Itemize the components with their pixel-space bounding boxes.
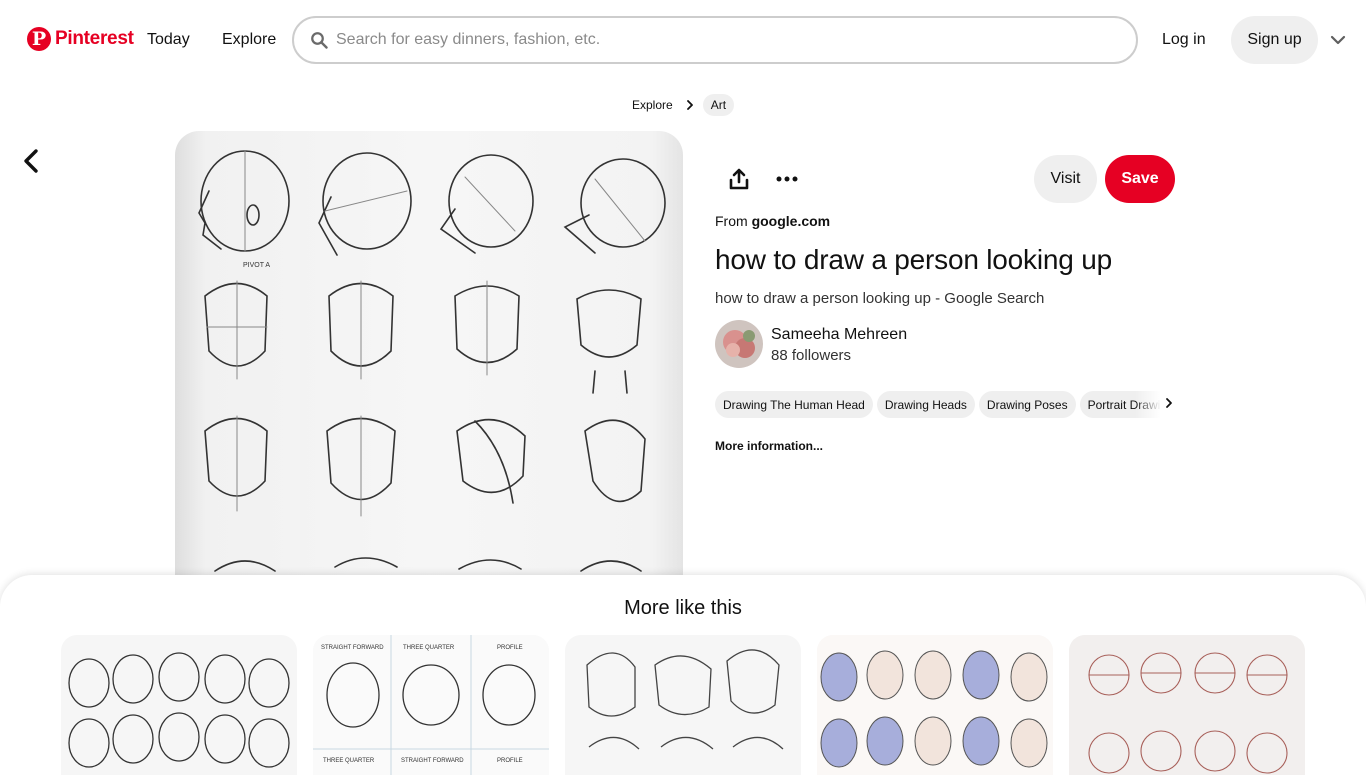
related-pin[interactable] (565, 635, 801, 775)
nav-today[interactable]: Today (147, 31, 190, 49)
pin-image[interactable]: PIVOT A (175, 131, 683, 591)
pin-actions: Visit Save (715, 155, 1175, 203)
chevron-down-icon[interactable] (1330, 33, 1346, 47)
tag-pill[interactable]: Drawing Poses (978, 391, 1076, 418)
pinterest-wordmark: Pinterest (55, 28, 134, 49)
more-options-icon[interactable] (775, 167, 799, 191)
breadcrumb: Explore Art (632, 94, 735, 116)
breadcrumb-art[interactable]: Art (702, 94, 735, 116)
chevron-right-icon[interactable] (1163, 397, 1175, 409)
related-pin[interactable] (817, 635, 1053, 775)
tags-fade (1135, 391, 1161, 419)
related-pin-image (586, 649, 784, 750)
thumb-label: PROFILE (497, 758, 523, 764)
related-pin-image (1069, 635, 1305, 775)
breadcrumb-explore[interactable]: Explore (632, 98, 673, 112)
related-pin[interactable]: STRAIGHT FORWARD THREE QUARTER PROFILE T… (313, 635, 549, 775)
related-pin-image (68, 652, 290, 768)
thumb-label: STRAIGHT FORWARD (321, 645, 384, 651)
login-button[interactable]: Log in (1162, 31, 1206, 49)
tag-pill[interactable]: Drawing Heads (876, 391, 975, 418)
pin-title: how to draw a person looking up (715, 244, 1112, 275)
related-pin[interactable] (1069, 635, 1305, 775)
thumb-label: THREE QUARTER (403, 645, 455, 651)
tag-list: Drawing The Human Head Drawing Heads Dra… (715, 391, 1161, 419)
pinterest-logo[interactable]: P Pinterest (27, 27, 134, 51)
chevron-right-icon (686, 100, 693, 110)
thumb-label: PROFILE (497, 645, 523, 651)
related-pin-image (817, 635, 1053, 775)
pinterest-logo-icon: P (27, 27, 51, 51)
related-pin-image: STRAIGHT FORWARD THREE QUARTER PROFILE T… (313, 635, 549, 775)
source-link[interactable]: From google.com (715, 213, 830, 229)
source-domain: google.com (751, 213, 831, 229)
more-information-link[interactable]: More information... (715, 439, 823, 453)
follower-count: 88 followers (771, 347, 852, 364)
related-pin[interactable] (61, 635, 297, 775)
search-icon (311, 32, 328, 49)
image-caption: PIVOT A (243, 262, 270, 269)
share-icon[interactable] (727, 167, 751, 191)
more-like-this-panel: More like this STRAIGHT FORWARD THREE QU… (0, 575, 1366, 775)
tag-pill[interactable]: Drawing The Human Head (715, 391, 873, 418)
search-bar[interactable] (292, 16, 1138, 64)
avatar[interactable] (715, 320, 763, 368)
pin-description: how to draw a person looking up - Google… (715, 290, 1045, 307)
more-like-this-title: More like this (624, 597, 742, 619)
back-arrow-icon[interactable] (20, 148, 44, 174)
top-nav: P Pinterest Today Explore Log in Sign up (0, 0, 1366, 82)
search-input[interactable] (336, 31, 1096, 49)
head-sketches-image: PIVOT A (198, 150, 666, 572)
signup-button[interactable]: Sign up (1231, 16, 1318, 64)
thumb-label: THREE QUARTER (323, 758, 375, 764)
nav-explore[interactable]: Explore (222, 31, 276, 49)
thumb-label: STRAIGHT FORWARD (401, 758, 464, 764)
user-name[interactable]: Sameeha Mehreen (771, 326, 907, 344)
visit-button[interactable]: Visit (1034, 155, 1097, 203)
save-button[interactable]: Save (1105, 155, 1175, 203)
source-label: From (715, 213, 748, 229)
